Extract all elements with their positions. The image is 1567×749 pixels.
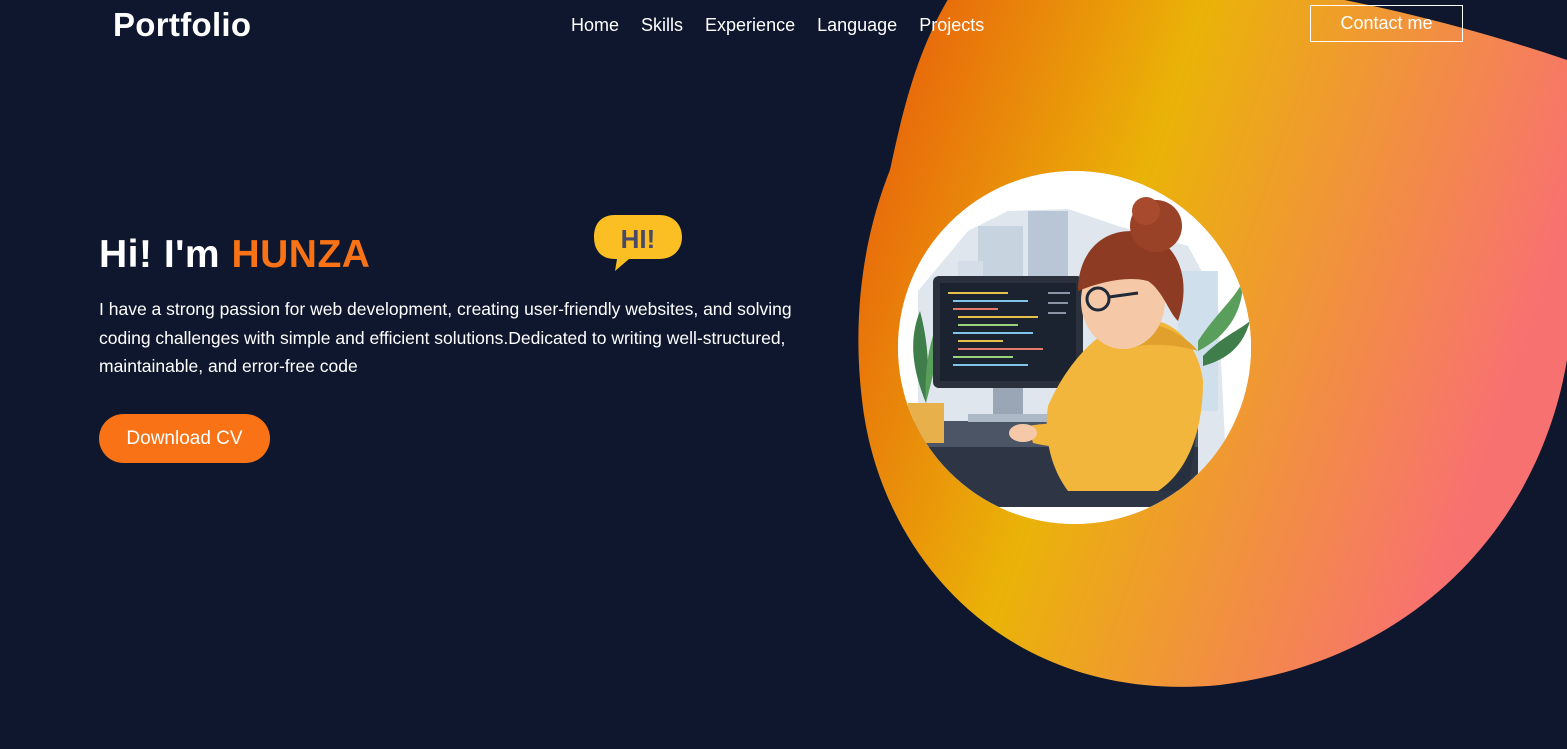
hero-description: I have a strong passion for web developm… xyxy=(99,299,792,376)
nav-projects[interactable]: Projects xyxy=(919,14,984,36)
contact-button[interactable]: Contact me xyxy=(1310,5,1463,42)
speech-bubble-icon: HI! xyxy=(594,215,682,271)
portfolio-page: Portfolio Home Skills Experience Languag… xyxy=(0,0,1567,749)
hero-title: Hi! I'm HUNZA xyxy=(99,233,370,277)
hero-name: HUNZA xyxy=(231,233,371,276)
main-nav: Home Skills Experience Language Projects xyxy=(571,14,984,36)
logo[interactable]: Portfolio xyxy=(113,6,251,44)
developer-illustration xyxy=(898,171,1251,524)
hero-greeting: Hi! I'm xyxy=(99,233,221,276)
nav-language[interactable]: Language xyxy=(817,14,897,36)
nav-home[interactable]: Home xyxy=(571,14,619,36)
nav-skills[interactable]: Skills xyxy=(641,14,683,36)
portrait xyxy=(898,171,1251,524)
bubble-text: HI! xyxy=(621,224,656,254)
download-cv-button[interactable]: Download CV xyxy=(99,414,270,463)
nav-experience[interactable]: Experience xyxy=(705,14,795,36)
